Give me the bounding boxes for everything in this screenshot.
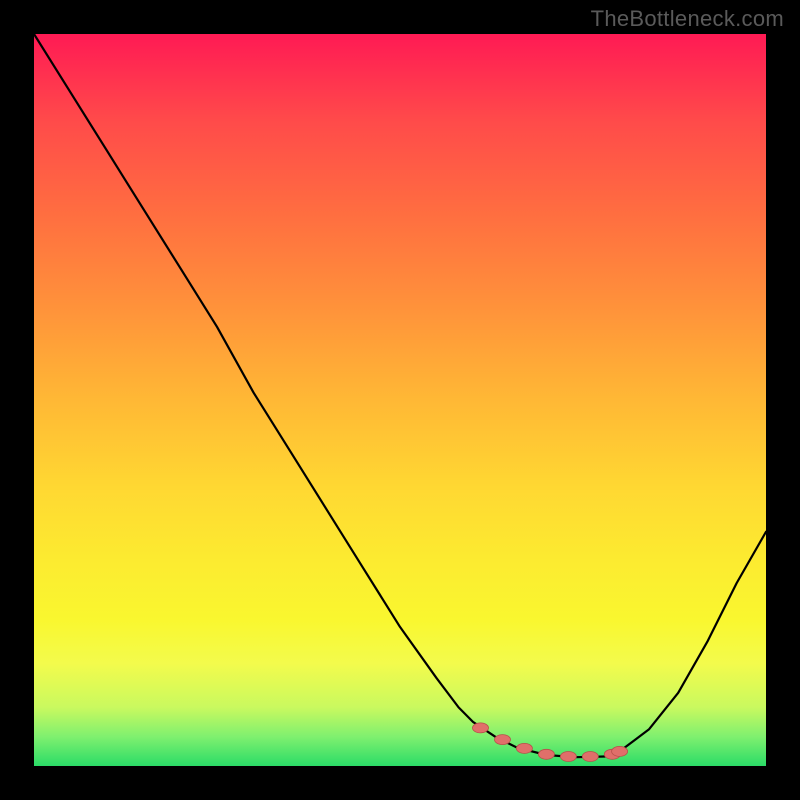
marker-group [473,723,628,762]
chart-svg [34,34,766,766]
watermark-text: TheBottleneck.com [591,6,784,32]
marker-dot [612,746,628,756]
marker-dot [516,743,532,753]
chart-container: TheBottleneck.com [0,0,800,800]
marker-dot [560,752,576,762]
marker-dot [538,749,554,759]
marker-dot [582,752,598,762]
marker-dot [473,723,489,733]
bottleneck-curve-path [34,34,766,757]
marker-dot [495,735,511,745]
